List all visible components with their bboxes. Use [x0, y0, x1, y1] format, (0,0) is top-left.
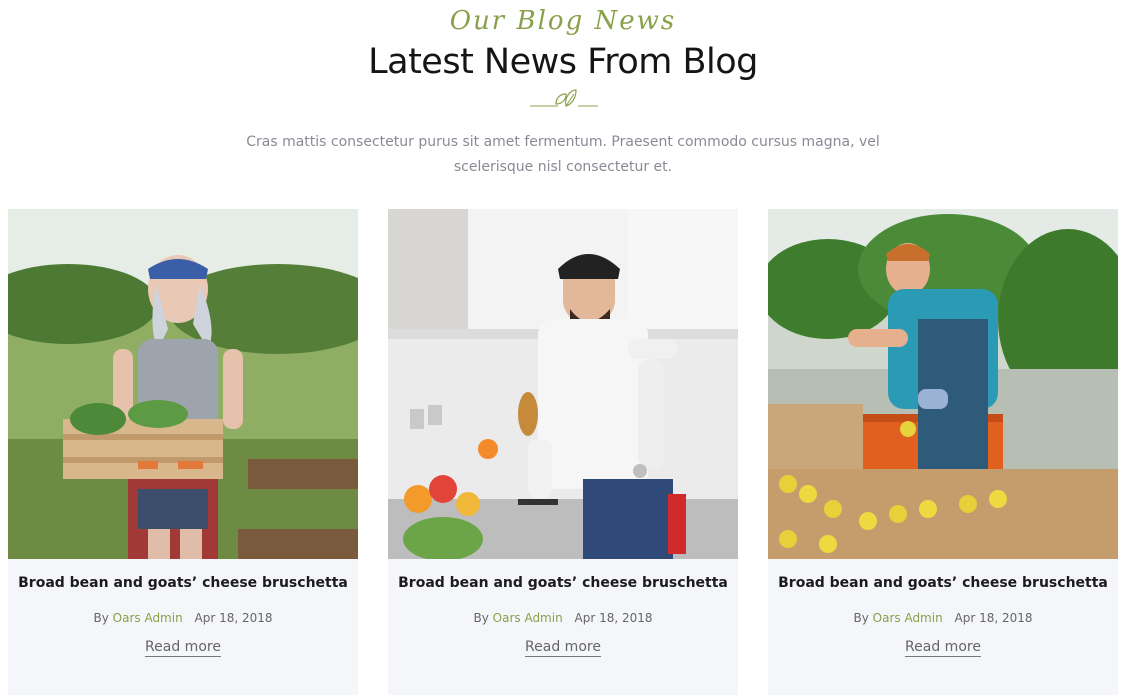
- by-label: By: [93, 611, 109, 625]
- by-label: By: [473, 611, 489, 625]
- blog-card-image[interactable]: [388, 209, 738, 559]
- section-title: Latest News From Blog: [368, 42, 758, 82]
- post-date: Apr 18, 2018: [574, 611, 653, 625]
- blog-card-title[interactable]: Broad bean and goats’ cheese bruschetta: [8, 575, 358, 591]
- author-link[interactable]: Oars Admin: [873, 611, 943, 625]
- blog-card[interactable]: Broad bean and goats’ cheese bruschetta …: [8, 209, 358, 695]
- blog-card-title[interactable]: Broad bean and goats’ cheese bruschetta: [388, 575, 738, 591]
- blog-card[interactable]: Broad bean and goats’ cheese bruschetta …: [768, 209, 1118, 695]
- blog-card[interactable]: Broad bean and goats’ cheese bruschetta …: [388, 209, 738, 695]
- blog-card-image[interactable]: [8, 209, 358, 559]
- subtitle-line-2: scelerisque nisl consectetur et.: [453, 159, 673, 175]
- blog-card-title[interactable]: Broad bean and goats’ cheese bruschetta: [768, 575, 1118, 591]
- blog-card-image[interactable]: [768, 209, 1118, 559]
- woman-vegetable-crate-image: [8, 209, 358, 559]
- subtitle-line-1: Cras mattis consectetur purus sit amet f…: [246, 134, 880, 150]
- read-more-container: Read more: [768, 639, 1118, 657]
- read-more-container: Read more: [388, 639, 738, 657]
- read-more-link[interactable]: Read more: [905, 639, 981, 657]
- author-link[interactable]: Oars Admin: [113, 611, 183, 625]
- blog-card-meta: By Oars Admin Apr 18, 2018: [768, 611, 1118, 625]
- read-more-link[interactable]: Read more: [145, 639, 221, 657]
- post-date: Apr 18, 2018: [954, 611, 1033, 625]
- blog-card-meta: By Oars Admin Apr 18, 2018: [8, 611, 358, 625]
- leaf-divider-icon: [530, 89, 598, 107]
- post-date: Apr 18, 2018: [194, 611, 273, 625]
- read-more-link[interactable]: Read more: [525, 639, 601, 657]
- section-subtitle: Cras mattis consectetur purus sit amet f…: [230, 130, 896, 180]
- man-kitchen-image: [388, 209, 738, 559]
- blog-card-meta: By Oars Admin Apr 18, 2018: [388, 611, 738, 625]
- author-link[interactable]: Oars Admin: [493, 611, 563, 625]
- by-label: By: [853, 611, 869, 625]
- greenhouse-worker-image: [768, 209, 1118, 559]
- read-more-container: Read more: [8, 639, 358, 657]
- section-script-title: Our Blog News: [449, 6, 677, 36]
